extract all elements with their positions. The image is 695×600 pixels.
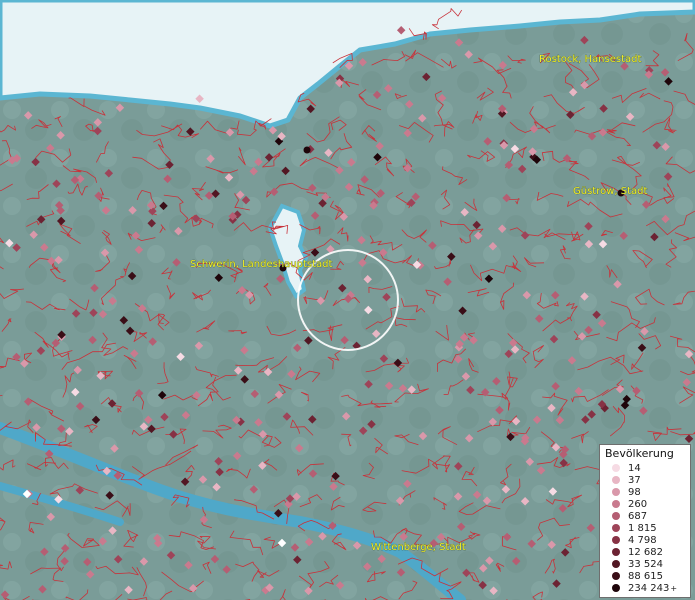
legend-label: 12 682 [628, 546, 663, 558]
city-label-wittenberge: Wittenberge, Stadt [371, 542, 466, 553]
legend-swatch [612, 488, 620, 496]
legend-swatch [612, 524, 620, 532]
legend-item: 33 524 [604, 558, 686, 570]
legend-swatch [612, 476, 620, 484]
legend-label: 88 615 [628, 570, 663, 582]
legend-swatch [612, 560, 620, 568]
legend-label: 687 [628, 510, 648, 522]
legend-label: 37 [628, 474, 641, 486]
legend-label: 234 243 [628, 582, 670, 594]
legend-item: 98 [604, 486, 686, 498]
legend-swatch [612, 584, 620, 592]
legend-item: 687 [604, 510, 686, 522]
population-legend: Bevölkerung 14 37 98 260 687 1 815 4 798 12 682… [599, 444, 691, 598]
legend-swatch [612, 536, 620, 544]
legend-label: 33 524 [628, 558, 663, 570]
city-label-schwerin: Schwerin, Landeshauptstadt [190, 259, 333, 270]
legend-swatch [612, 512, 620, 520]
legend-title: Bevölkerung [605, 447, 674, 460]
legend-label: 260 [628, 498, 648, 510]
map-canvas[interactable]: Rostock, Hansestadt Güstrow, Stadt Schwe… [0, 0, 695, 600]
legend-item: 4 798 [604, 534, 686, 546]
legend-item: 234 243 + [604, 582, 686, 594]
legend-swatch [612, 500, 620, 508]
legend-label: 14 [628, 462, 641, 474]
city-marker [303, 146, 311, 154]
legend-label: 98 [628, 486, 641, 498]
legend-plus-sign: + [670, 583, 678, 593]
legend-swatch [612, 548, 620, 556]
legend-item: 14 [604, 462, 686, 474]
legend-item: 12 682 [604, 546, 686, 558]
legend-label: 4 798 [628, 534, 657, 546]
city-label-rostock: Rostock, Hansestadt [539, 54, 641, 65]
legend-item: 88 615 [604, 570, 686, 582]
legend-swatch [612, 464, 620, 472]
legend-swatch [612, 572, 620, 580]
legend-item: 37 [604, 474, 686, 486]
legend-item: 260 [604, 498, 686, 510]
legend-label: 1 815 [628, 522, 657, 534]
city-label-guestrow: Güstrow, Stadt [573, 186, 648, 197]
legend-item: 1 815 [604, 522, 686, 534]
